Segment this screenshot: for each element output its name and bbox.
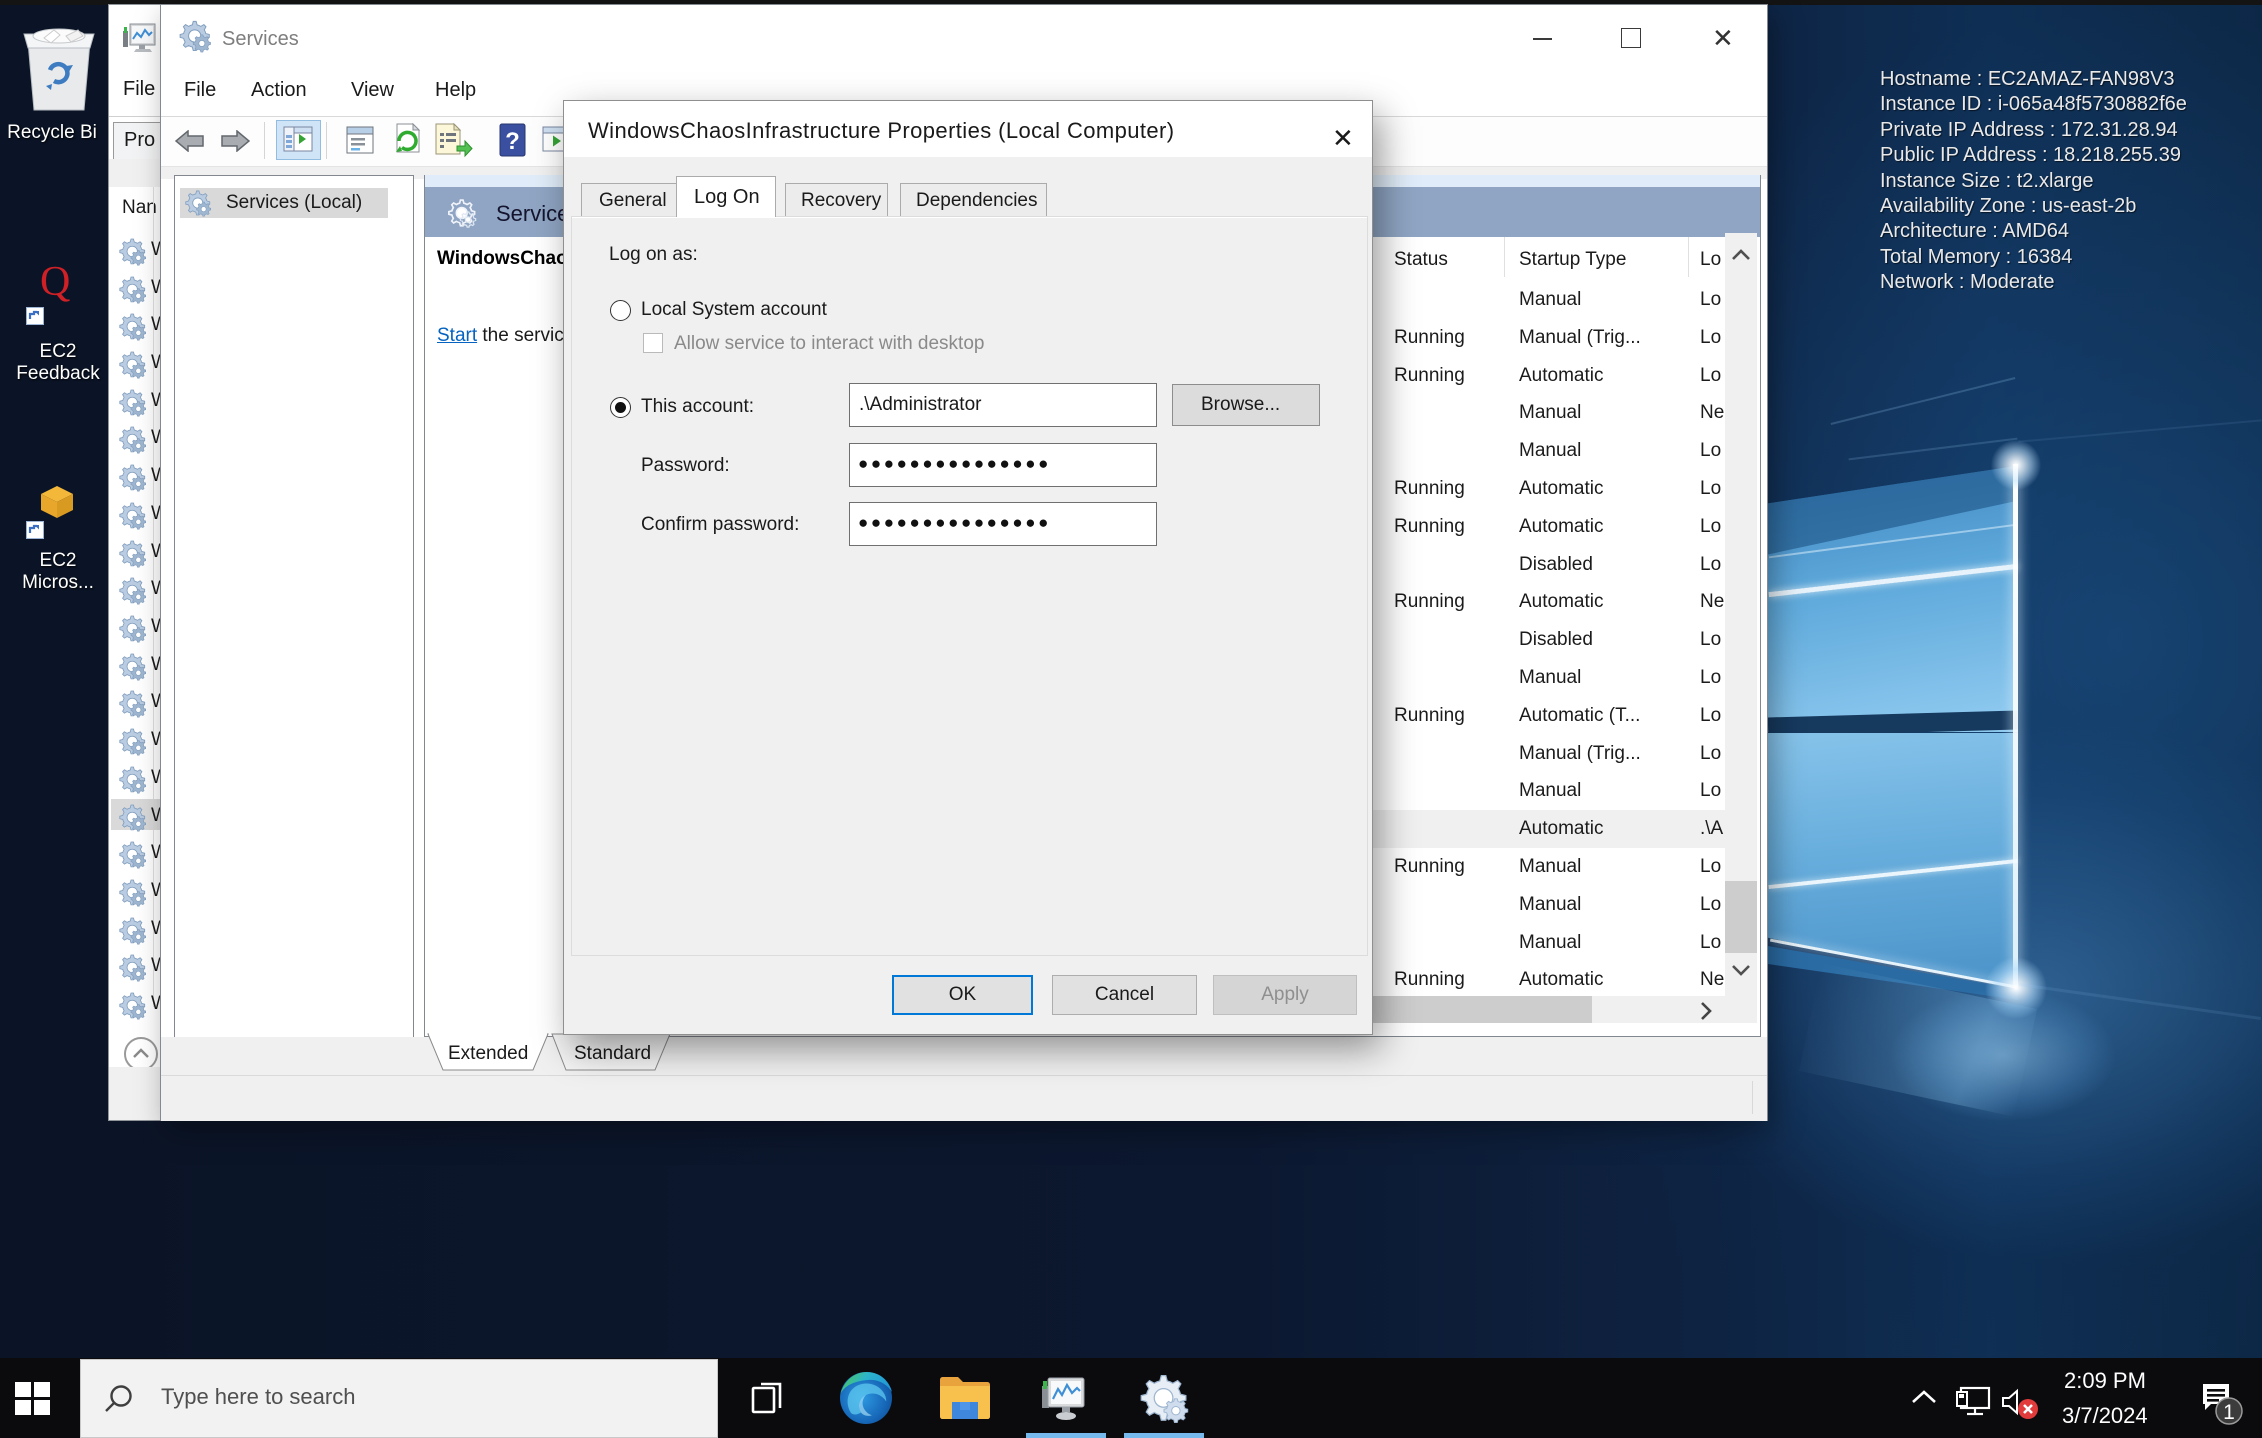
svg-text:?: ? — [505, 128, 520, 155]
svg-text:1: 1 — [2223, 1401, 2235, 1424]
